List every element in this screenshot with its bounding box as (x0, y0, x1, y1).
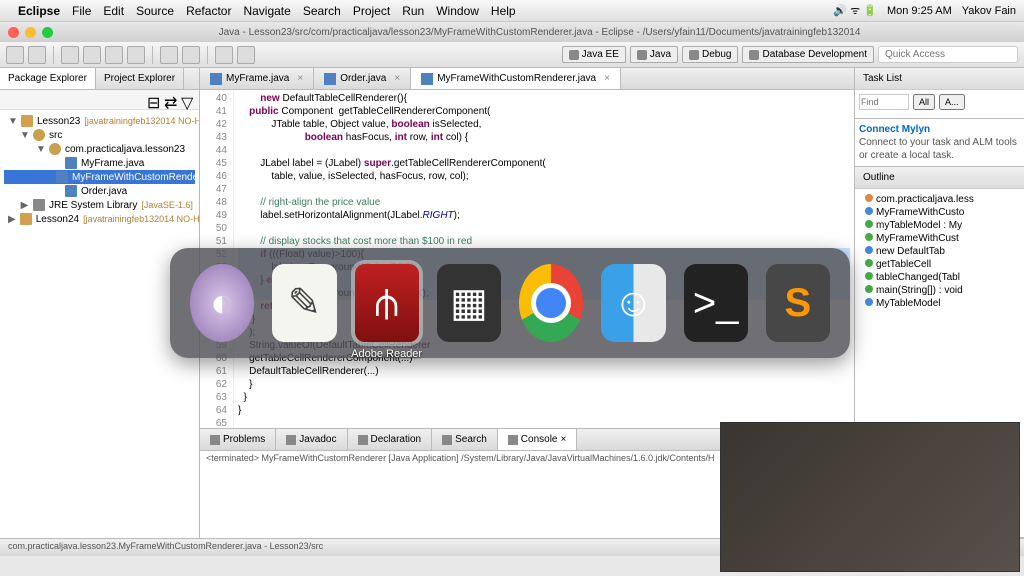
save-button[interactable] (28, 46, 46, 64)
outline-item[interactable]: tableChanged(Tabl (859, 271, 1020, 284)
view-tab-package-explorer[interactable]: Package Explorer (0, 68, 96, 89)
app-switcher-adobe-icon[interactable]: ⫛Adobe Reader (355, 264, 419, 342)
collapse-all-icon[interactable]: ⊟ (147, 93, 161, 107)
run-button[interactable] (83, 46, 101, 64)
tree-item[interactable]: ▶Lesson24 [javatrainingfeb132014 NO-HEAD… (4, 212, 195, 226)
bottom-tab-problems[interactable]: Problems (200, 429, 276, 450)
search-button[interactable] (182, 46, 200, 64)
editor-tab[interactable]: MyFrameWithCustomRenderer.java× (411, 68, 621, 89)
forward-button[interactable] (237, 46, 255, 64)
view-menu-icon[interactable]: ▽ (181, 93, 195, 107)
menu-refactor[interactable]: Refactor (186, 4, 231, 18)
menu-file[interactable]: File (72, 4, 91, 18)
app-switcher-chrome-icon[interactable] (519, 264, 583, 342)
mylyn-text: Connect to your task and ALM tools or cr… (859, 137, 1017, 161)
close-icon[interactable]: × (560, 434, 566, 445)
menu-project[interactable]: Project (353, 4, 390, 18)
menu-edit[interactable]: Edit (103, 4, 124, 18)
menu-help[interactable]: Help (491, 4, 516, 18)
task-filter-all-button[interactable]: All (913, 94, 935, 110)
app-switcher-label: Adobe Reader (351, 348, 422, 360)
tree-item[interactable]: Order.java (4, 184, 195, 198)
quick-access-input[interactable] (878, 46, 1018, 63)
app-menu[interactable]: Eclipse (18, 4, 60, 18)
task-list-tab[interactable]: Task List (863, 73, 902, 84)
tree-item[interactable]: ▶JRE System Library [JavaSE-1.6] (4, 198, 195, 212)
app-switcher-qt-icon[interactable]: ▦ (437, 264, 501, 342)
tree-item[interactable]: ▼com.practicaljava.lesson23 (4, 142, 195, 156)
close-tab-icon[interactable]: × (297, 73, 303, 84)
menu-window[interactable]: Window (436, 4, 479, 18)
new-package-button[interactable] (127, 46, 145, 64)
perspective-java[interactable]: Java (630, 46, 678, 63)
outline-item[interactable]: main(String[]) : void (859, 284, 1020, 297)
new-button[interactable] (6, 46, 24, 64)
perspective-java-ee[interactable]: Java EE (562, 46, 626, 63)
zoom-window-button[interactable] (42, 27, 53, 38)
menu-source[interactable]: Source (136, 4, 174, 18)
outline-item[interactable]: myTableModel : My (859, 219, 1020, 232)
tree-item[interactable]: ▼Lesson23 [javatrainingfeb132014 NO-HEAD… (4, 114, 195, 128)
app-switcher-textedit-icon[interactable]: ✎ (272, 264, 336, 342)
debug-button[interactable] (61, 46, 79, 64)
eclipse-toolbar: Java EEJavaDebugDatabase Development (0, 42, 1024, 68)
menubar-user[interactable]: Yakov Fain (962, 5, 1016, 17)
outline-item[interactable]: MyTableModel (859, 297, 1020, 310)
window-title: Java - Lesson23/src/com/practicaljava/le… (63, 27, 1016, 38)
bottom-tab-search[interactable]: Search (432, 429, 498, 450)
task-filter-activate-button[interactable]: A... (939, 94, 965, 110)
menu-search[interactable]: Search (303, 4, 341, 18)
bottom-tab-declaration[interactable]: Declaration (348, 429, 433, 450)
bottom-tab-console[interactable]: Console × (498, 429, 578, 450)
new-class-button[interactable] (105, 46, 123, 64)
app-switcher-sublime-icon[interactable]: S (766, 264, 830, 342)
app-switcher-eclipse-icon[interactable]: ◐ (190, 264, 254, 342)
tree-item[interactable]: MyFrameWithCustomRenderer.java (4, 170, 195, 184)
outline-item[interactable]: com.practicaljava.less (859, 193, 1020, 206)
close-window-button[interactable] (8, 27, 19, 38)
macos-menubar: Eclipse File Edit Source Refactor Navigate Se… (0, 0, 1024, 22)
task-find-input[interactable] (859, 94, 909, 110)
menu-run[interactable]: Run (402, 4, 424, 18)
tree-item[interactable]: MyFrame.java (4, 156, 195, 170)
tree-item[interactable]: ▼src (4, 128, 195, 142)
close-tab-icon[interactable]: × (394, 73, 400, 84)
window-titlebar: Java - Lesson23/src/com/practicaljava/le… (0, 22, 1024, 42)
close-tab-icon[interactable]: × (604, 73, 610, 84)
menubar-clock[interactable]: Mon 9:25 AM (887, 5, 952, 17)
macos-app-switcher[interactable]: ◐✎ ⫛Adobe Reader ▦ ☺>_S (170, 248, 850, 358)
link-editor-icon[interactable]: ⇄ (164, 93, 178, 107)
minimize-window-button[interactable] (25, 27, 36, 38)
perspective-database-development[interactable]: Database Development (742, 46, 874, 63)
editor-tab[interactable]: Order.java× (314, 68, 411, 89)
app-switcher-terminal-icon[interactable]: >_ (684, 264, 748, 342)
webcam-overlay (720, 422, 1020, 572)
outline-tab[interactable]: Outline (863, 172, 895, 183)
back-button[interactable] (215, 46, 233, 64)
outline-item[interactable]: MyFrameWithCust (859, 232, 1020, 245)
app-switcher-finder-icon[interactable]: ☺ (601, 264, 665, 342)
mylyn-heading: Connect Mylyn (859, 124, 930, 135)
perspective-debug[interactable]: Debug (682, 46, 738, 63)
open-type-button[interactable] (160, 46, 178, 64)
editor-tab[interactable]: MyFrame.java× (200, 68, 314, 89)
menu-navigate[interactable]: Navigate (243, 4, 290, 18)
outline-item[interactable]: new DefaultTab (859, 245, 1020, 258)
view-tab-project-explorer[interactable]: Project Explorer (96, 68, 184, 89)
menubar-wifi-icon[interactable]: 🔊 ᯤ 🔋 (833, 3, 877, 18)
outline-item[interactable]: getTableCell (859, 258, 1020, 271)
bottom-tab-javadoc[interactable]: Javadoc (276, 429, 347, 450)
outline-item[interactable]: MyFrameWithCusto (859, 206, 1020, 219)
